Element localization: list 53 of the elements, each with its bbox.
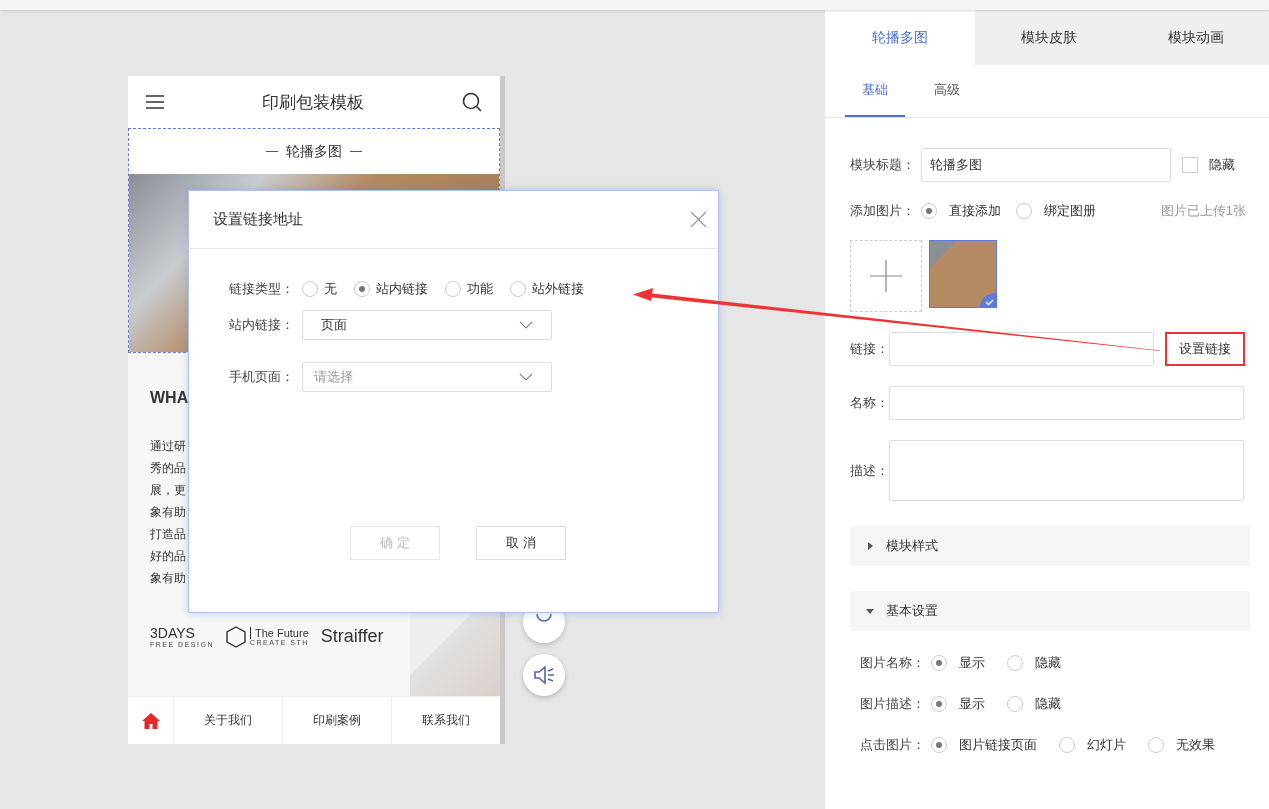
radio-option[interactable]: 直接添加 <box>921 202 1001 220</box>
radio-option[interactable]: 无效果 <box>1148 736 1215 754</box>
field-label: 模块标题： <box>850 156 916 174</box>
field-label: 添加图片： <box>850 202 916 220</box>
nav-item[interactable]: 印刷案例 <box>282 697 391 744</box>
field-label: 链接： <box>850 340 889 358</box>
checkbox-label: 隐藏 <box>1209 156 1235 174</box>
radio-option[interactable]: 显示 <box>931 654 985 672</box>
sub-tab[interactable]: 基础 <box>845 65 905 117</box>
field-label: 描述： <box>850 461 889 480</box>
panel-tab[interactable]: 模块动画 <box>1122 10 1269 65</box>
logo-name: 3DAYS <box>150 625 196 641</box>
module-label: 轮播多图 <box>286 142 342 161</box>
section-heading: WHA <box>150 389 189 407</box>
panel-tab[interactable]: 模块皮肤 <box>975 10 1122 65</box>
field-label: 链接类型： <box>229 280 295 298</box>
radio-option[interactable]: 站外链接 <box>510 280 584 298</box>
radio-option[interactable]: 站内链接 <box>354 280 428 298</box>
collapsible-section[interactable]: 基本设置 <box>850 591 1250 631</box>
paragraph-line: 象有助 <box>150 570 186 587</box>
paragraph-line: 秀的品 <box>150 460 186 477</box>
logo-name: The Future <box>249 627 309 639</box>
collapsible-section[interactable]: 模块样式 <box>850 526 1250 566</box>
upload-count: 图片已上传1张 <box>1160 202 1246 220</box>
field-label: 站内链接： <box>229 316 295 334</box>
panel-tab[interactable]: 轮播多图 <box>825 10 975 65</box>
radio-option[interactable]: 功能 <box>445 280 493 298</box>
radio-option[interactable]: 隐藏 <box>1007 654 1061 672</box>
field-label: 手机页面： <box>229 368 295 386</box>
radio-option[interactable]: 绑定图册 <box>1016 202 1096 220</box>
dialog-title: 设置链接地址 <box>213 210 303 229</box>
paragraph-line: 通过研 <box>150 438 186 455</box>
nav-item[interactable]: 关于我们 <box>173 697 282 744</box>
radio-option[interactable]: 显示 <box>931 695 985 713</box>
radio-option[interactable]: 图片链接页面 <box>931 736 1037 754</box>
radio-option[interactable]: 幻灯片 <box>1059 736 1126 754</box>
logo-name: Straiffer <box>320 626 384 647</box>
dialog-button[interactable]: 取 消 <box>476 526 566 560</box>
site-title: 印刷包装模板 <box>262 91 364 114</box>
paragraph-line: 打造品 <box>150 526 186 543</box>
select-field[interactable]: 页面 <box>302 310 552 340</box>
paragraph-line: 展，更 <box>150 482 186 499</box>
paragraph-line: 象有助 <box>150 504 186 521</box>
paragraph-line: 好的品 <box>150 548 186 565</box>
field-label: 图片名称： <box>860 654 926 672</box>
radio-option[interactable]: 无 <box>302 280 337 298</box>
radio-option[interactable]: 隐藏 <box>1007 695 1061 713</box>
title-input[interactable]: 轮播多图 <box>921 148 1171 182</box>
set-link-button[interactable]: 设置链接 <box>1165 332 1245 366</box>
field-label: 名称： <box>850 394 889 412</box>
sub-tab[interactable]: 高级 <box>917 65 977 117</box>
field-label: 图片描述： <box>860 695 926 713</box>
field-label: 点击图片： <box>860 736 926 754</box>
